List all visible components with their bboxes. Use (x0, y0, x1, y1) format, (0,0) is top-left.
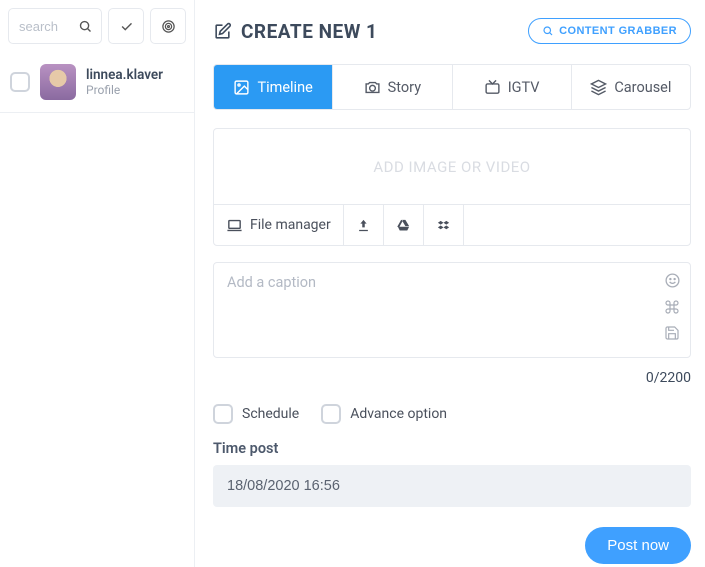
advance-label: Advance option (350, 406, 447, 422)
page-title: CREATE NEW 1 (241, 20, 377, 43)
search-field[interactable] (8, 8, 102, 44)
tab-story-label: Story (388, 79, 421, 96)
file-manager-label: File manager (250, 217, 331, 233)
search-icon (542, 25, 554, 37)
upload-icon (356, 218, 371, 233)
select-all-button[interactable] (108, 8, 144, 44)
tab-carousel-label: Carousel (614, 79, 671, 96)
image-icon (233, 79, 250, 96)
tab-carousel[interactable]: Carousel (572, 65, 690, 109)
search-icon (78, 19, 93, 34)
account-checkbox[interactable] (10, 72, 30, 92)
tab-igtv-label: IGTV (508, 79, 540, 96)
target-icon-button[interactable] (150, 8, 186, 44)
schedule-checkbox[interactable] (213, 404, 233, 424)
command-icon[interactable] (664, 299, 681, 315)
post-type-tabs: Timeline Story IGTV Carousel (213, 64, 691, 110)
advance-checkbox[interactable] (321, 404, 341, 424)
edit-icon (213, 22, 232, 41)
caption-input[interactable] (213, 262, 691, 358)
tab-timeline-label: Timeline (257, 79, 312, 96)
file-manager-button[interactable]: File manager (214, 205, 344, 245)
save-icon[interactable] (664, 325, 681, 341)
upload-button[interactable] (344, 205, 384, 245)
dropbox-button[interactable] (424, 205, 464, 245)
advance-option[interactable]: Advance option (321, 404, 447, 424)
camera-icon (364, 79, 381, 96)
time-post-input[interactable] (213, 465, 691, 507)
avatar (40, 64, 76, 100)
schedule-label: Schedule (242, 406, 299, 422)
tab-timeline[interactable]: Timeline (214, 65, 333, 109)
account-name: linnea.klaver (86, 67, 163, 83)
caption-counter: 0/2200 (213, 370, 691, 386)
sidebar: linnea.klaver Profile (0, 0, 195, 567)
tv-icon (484, 79, 501, 96)
layers-icon (590, 79, 607, 96)
tab-story[interactable]: Story (333, 65, 452, 109)
schedule-option[interactable]: Schedule (213, 404, 299, 424)
dropbox-icon (436, 218, 451, 233)
account-role: Profile (86, 83, 163, 97)
content-grabber-button[interactable]: CONTENT GRABBER (528, 18, 691, 44)
google-drive-icon (396, 218, 411, 233)
media-dropzone[interactable]: ADD IMAGE OR VIDEO (214, 129, 690, 204)
media-box: ADD IMAGE OR VIDEO File manager (213, 128, 691, 246)
emoji-button[interactable] (664, 272, 681, 289)
google-drive-button[interactable] (384, 205, 424, 245)
account-row[interactable]: linnea.klaver Profile (0, 52, 194, 113)
tab-igtv[interactable]: IGTV (453, 65, 572, 109)
laptop-icon (226, 217, 243, 234)
main-panel: CREATE NEW 1 CONTENT GRABBER Timeline (195, 0, 705, 567)
post-now-button[interactable]: Post now (585, 527, 691, 564)
time-post-label: Time post (213, 440, 691, 457)
content-grabber-label: CONTENT GRABBER (559, 25, 677, 37)
